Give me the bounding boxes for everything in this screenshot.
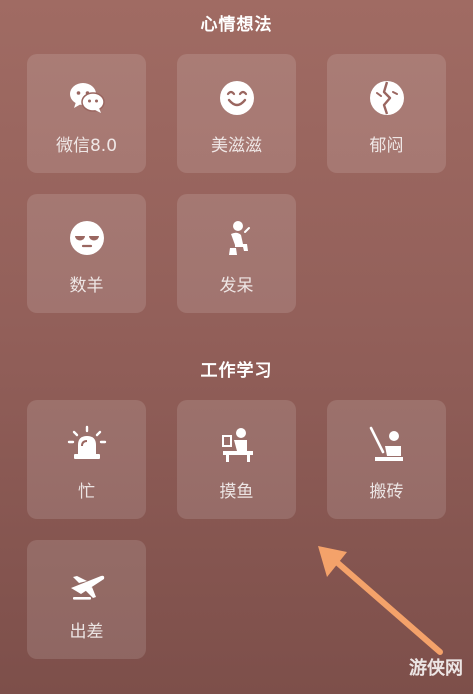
annotation-arrow [318,546,443,655]
watermark: 游侠网 [409,658,463,679]
